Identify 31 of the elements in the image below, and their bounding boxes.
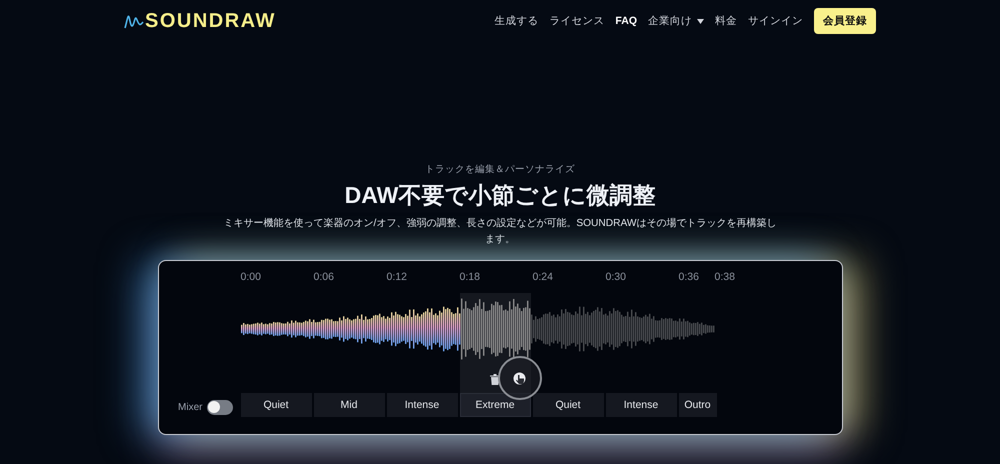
nav-link[interactable]: FAQ: [615, 15, 637, 27]
time-label: 0:06: [314, 271, 335, 283]
section-button[interactable]: Intense: [386, 393, 458, 417]
trash-icon[interactable]: [490, 374, 500, 384]
nav-link[interactable]: ライセンス: [549, 14, 604, 28]
nav-link[interactable]: 企業向け: [648, 14, 704, 28]
nav-link[interactable]: 生成する: [494, 14, 538, 28]
section-button[interactable]: Intense: [606, 393, 676, 417]
caret-icon: [697, 18, 704, 24]
time-label: 0:12: [386, 271, 408, 283]
mixer-label: Mixer: [178, 402, 202, 412]
eyebrow-text: トラックを編集＆パーソナライズ: [425, 163, 575, 176]
section-button[interactable]: Quiet: [240, 393, 312, 417]
section-button[interactable]: Outro: [678, 393, 716, 417]
nav-link[interactable]: サインイン: [748, 14, 803, 28]
time-label: 0:30: [606, 271, 627, 283]
section-button[interactable]: Mid: [314, 393, 384, 417]
section-button[interactable]: Extreme: [460, 393, 530, 417]
time-label: 0:00: [240, 271, 262, 283]
logo-text[interactable]: SOUNDRAW: [145, 10, 276, 32]
time-label: 0:38: [714, 271, 736, 283]
nav-link[interactable]: 料金: [715, 14, 737, 28]
time-label: 0:18: [460, 271, 481, 283]
signup-button[interactable]: 会員登録: [814, 8, 876, 34]
section-button[interactable]: Quiet: [532, 393, 604, 417]
hand-cursor-icon: [513, 370, 526, 386]
hero-description: ミキサー機能を使って楽器のオン/オフ、強弱の調整、長さの設定などが可能。SOUNDRAWはその場でトラックを再構築します。: [222, 216, 778, 247]
time-label: 0:24: [532, 271, 554, 283]
hero-title: DAW不要で小節ごとに微調整: [344, 181, 656, 210]
mixer-toggle[interactable]: [206, 400, 232, 414]
time-label: 0:36: [678, 271, 700, 283]
